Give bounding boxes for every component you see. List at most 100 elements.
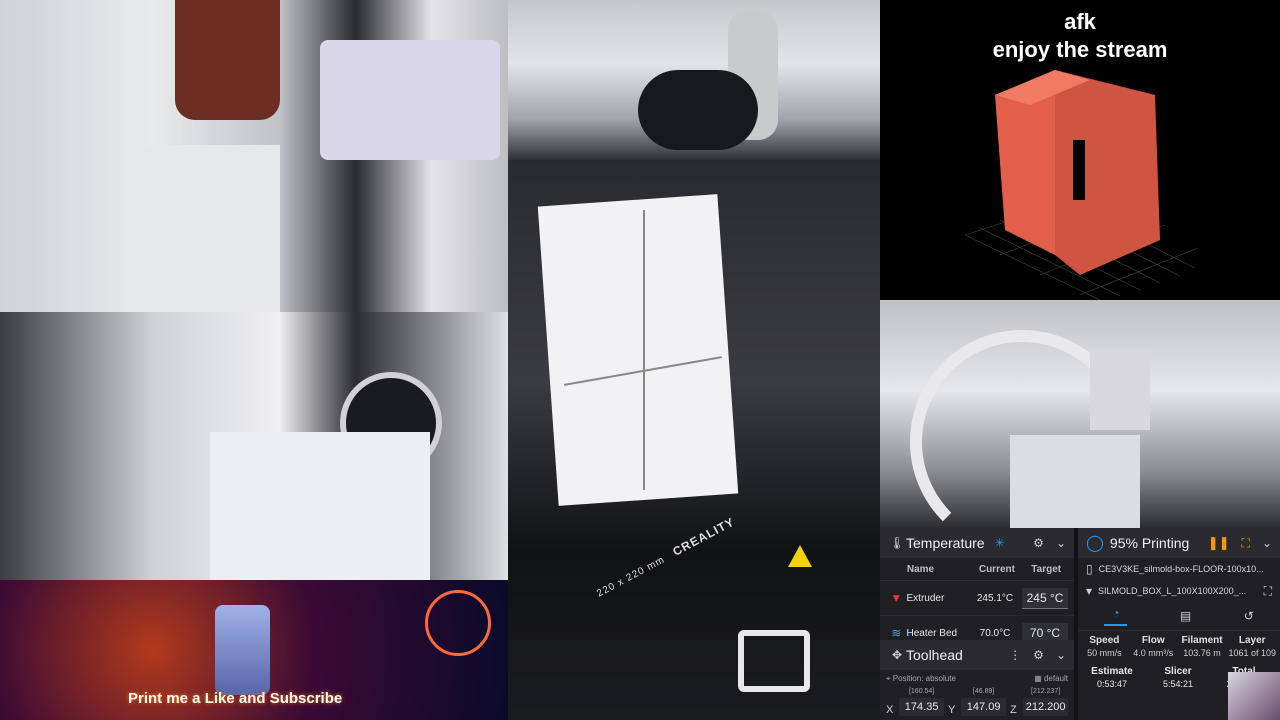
stat-flow-label: Flow: [1141, 635, 1165, 646]
warning-sticker: [788, 545, 812, 567]
printed-box: [1010, 435, 1140, 528]
toolhead-bracket: [320, 40, 500, 160]
extruder-row: ▼ Extruder 245.1°C 245 °C: [880, 580, 1074, 615]
extruder-target-input[interactable]: 245 °C: [1022, 587, 1069, 609]
model-slot: [1073, 140, 1085, 200]
panel-divider-v: [643, 210, 645, 490]
stat-layer-value: 1061 of 109: [1228, 648, 1276, 658]
gear-icon[interactable]: ⚙: [1033, 648, 1044, 662]
webcam-thumbnail: [1228, 672, 1280, 720]
more-vert-icon[interactable]: ⋮: [1009, 648, 1021, 662]
heater-bed-current: 70.0°C: [979, 627, 1011, 639]
position-readout: X [160.54] 174.35 Y [46.89] 147.09 Z [212.…: [880, 688, 1074, 718]
chevron-down-icon[interactable]: ⌄: [1262, 536, 1272, 550]
time-slicer-label: Slicer: [1164, 666, 1192, 677]
thermometer-icon: 🌡: [889, 536, 905, 550]
extruder-name: Extruder: [906, 592, 945, 604]
stat-speed-value: 50 mm/s: [1087, 648, 1122, 658]
mascot-figure: [215, 605, 270, 695]
file-line-2: ▾ SILMOLD_BOX_L_100X100X200_... ⛶: [1078, 580, 1280, 602]
stat-filament-label: Filament: [1181, 635, 1223, 646]
bed-clip: [738, 630, 810, 692]
progress-ring-icon: ◯: [1086, 535, 1104, 552]
printed-part: [130, 145, 280, 312]
extruder-current: 245.1°C: [976, 592, 1014, 604]
extruder-icon: ▼: [890, 591, 903, 605]
temperature-panel: 🌡 Temperature ✳ ⚙ ⌄ Name Current Target …: [880, 528, 1074, 644]
chevron-down-icon[interactable]: ⌄: [1056, 648, 1066, 662]
axis-x-field[interactable]: [160.54] 174.35: [899, 688, 944, 716]
axis-y-label: Y: [948, 704, 956, 716]
camera-fan-view: [0, 312, 508, 580]
time-estimate-value: 0:53:47: [1096, 679, 1128, 689]
position-label: Position: absolute: [892, 674, 956, 683]
stat-speed-label: Speed: [1089, 635, 1120, 646]
chevron-down-icon[interactable]: ⌄: [1056, 536, 1066, 550]
model-right-wall: [1055, 70, 1160, 275]
camera-bed-view: 220 x 220 mm CREALITY: [508, 160, 880, 720]
printed-box-panel: [537, 194, 739, 506]
hotend-nozzle: [175, 0, 280, 120]
axis-x-small: [160.54]: [908, 688, 935, 695]
print-stats: Speed Flow Filament Layer 50 mm/s 4.0 mm…: [1078, 631, 1280, 658]
file-line-1: ▯ CE3V3KE_silmold-box-FLOOR-100x10...: [1078, 558, 1280, 580]
mode-label: default: [1043, 674, 1068, 683]
heater-bed-icon: ≋: [891, 626, 902, 640]
axis-z-field[interactable]: [212.237] 212.200: [1023, 688, 1068, 716]
tab-status[interactable]: ◔: [1104, 606, 1128, 626]
tab-history[interactable]: ↺: [1244, 609, 1254, 623]
file-name-1: CE3V3KE_silmold-box-FLOOR-100x10...: [1098, 564, 1264, 574]
camera-top-view: [508, 0, 880, 160]
file-icon: ▯: [1086, 562, 1093, 576]
print-status-header: ◯ 95% Printing ❚❚ ⛶ ⌄: [1078, 528, 1280, 558]
status-tabs: ◔ ▤ ↺: [1078, 602, 1280, 631]
tab-files[interactable]: ▤: [1180, 609, 1191, 623]
time-estimate-label: Estimate: [1091, 666, 1133, 677]
stat-flow-value: 4.0 mm³/s: [1133, 648, 1174, 658]
extruder-target-unit: °C: [1049, 590, 1064, 605]
col-current: Current: [978, 563, 1015, 575]
toolhead-header: ✥ Toolhead ⋮ ⚙ ⌄: [880, 640, 1074, 670]
stat-layer-label: Layer: [1238, 635, 1266, 646]
bed-label: 220 x 220 mm CREALITY: [594, 515, 737, 600]
axis-x-label: X: [886, 704, 894, 716]
snowflake-icon[interactable]: ✳: [995, 536, 1005, 550]
toolhead-title: Toolhead: [906, 647, 963, 663]
exclude-small-icon[interactable]: ⛶: [1264, 584, 1272, 599]
move-icon: ✥: [891, 648, 903, 662]
banner-text: Print me a Like and Subscribe: [128, 690, 343, 707]
gear-icon[interactable]: ⚙: [1033, 536, 1044, 550]
stat-filament-value: 103.76 m: [1183, 648, 1221, 658]
toolhead: [1090, 350, 1150, 430]
toolhead-shadow: [638, 70, 758, 150]
axis-x-value: 174.35: [904, 701, 939, 713]
toolhead-panel: ✥ Toolhead ⋮ ⚙ ⌄ ⌖ Position: absolute ▦ …: [880, 640, 1074, 720]
print-status-panel: ◯ 95% Printing ❚❚ ⛶ ⌄ ▯ CE3V3KE_silmold-…: [1074, 528, 1280, 720]
temperature-header: 🌡 Temperature ✳ ⚙ ⌄: [880, 528, 1074, 558]
heater-bed-name: Heater Bed: [906, 627, 958, 639]
col-name: Name: [906, 563, 935, 575]
object-icon: ▾: [1086, 584, 1093, 598]
axis-y-field[interactable]: [46.89] 147.09: [961, 688, 1006, 716]
position-mode: ⌖ Position: absolute: [886, 674, 956, 683]
pause-icon[interactable]: ❚❚: [1208, 535, 1230, 551]
printed-part: [210, 432, 430, 580]
bed-brand: CREALITY: [670, 514, 737, 559]
bed-size: 220 x 220 mm: [595, 554, 667, 600]
axis-z-label: Z: [1010, 704, 1017, 716]
heater-bed-target-unit: °C: [1046, 625, 1061, 640]
axis-z-value: 212.200: [1025, 701, 1066, 713]
col-target: Target: [1031, 563, 1062, 575]
extruder-target-value: 245: [1026, 590, 1047, 605]
file-name-2: SILMOLD_BOX_L_100X100X200_...: [1098, 586, 1247, 596]
camera-nozzle-view: [0, 0, 508, 312]
axis-z-small: [212.237]: [1031, 688, 1061, 695]
axis-y-value: 147.09: [966, 701, 1001, 713]
mode-toggle[interactable]: ▦ default: [1034, 674, 1068, 684]
ring-graphic: [425, 590, 491, 656]
camera-wide-view: [880, 300, 1280, 528]
exclude-object-icon[interactable]: ⛶: [1242, 536, 1250, 551]
overlay-line-1: afk: [1064, 9, 1096, 34]
print-status-title: 95% Printing: [1109, 535, 1190, 551]
overlay-line-2: enjoy the stream: [992, 37, 1168, 62]
